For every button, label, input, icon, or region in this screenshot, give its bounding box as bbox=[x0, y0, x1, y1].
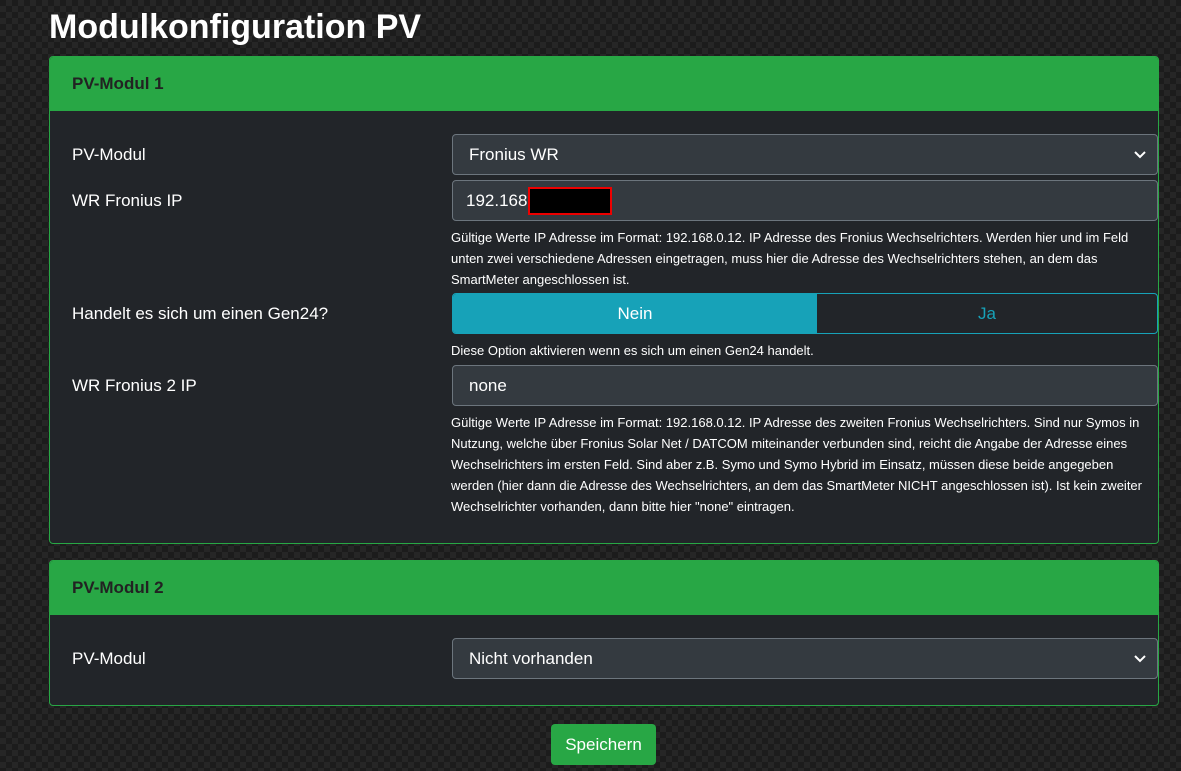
pv-modul-label: PV-Modul bbox=[72, 145, 146, 164]
pv-modul-select[interactable]: Fronius WR bbox=[452, 134, 1158, 175]
chevron-down-icon bbox=[1134, 151, 1146, 159]
ip2-label: WR Fronius 2 IP bbox=[72, 376, 197, 395]
card-header: PV-Modul 2 bbox=[50, 561, 1158, 615]
ip2-value: none bbox=[469, 375, 507, 395]
ip-input[interactable]: 192.168 bbox=[452, 180, 1158, 221]
chevron-down-icon bbox=[1134, 655, 1146, 663]
pv-modul-label: PV-Modul bbox=[72, 649, 146, 668]
ip-help: Gültige Werte IP Adresse im Format: 192.… bbox=[451, 230, 1129, 287]
page-title: Modulkonfiguration PV bbox=[49, 8, 422, 46]
ip-label: WR Fronius IP bbox=[72, 191, 183, 210]
pv-modul-2-select[interactable]: Nicht vorhanden bbox=[452, 638, 1158, 679]
redaction-box bbox=[528, 186, 613, 215]
pv-modul-2-card: PV-Modul 2 PV-Modul Nicht vorhanden bbox=[49, 560, 1159, 706]
gen24-toggle: Nein Ja bbox=[452, 293, 1158, 334]
gen24-label: Handelt es sich um einen Gen24? bbox=[72, 304, 329, 323]
card-header: PV-Modul 1 bbox=[50, 57, 1158, 111]
gen24-no-button[interactable]: Nein bbox=[453, 294, 817, 333]
gen24-yes-button[interactable]: Ja bbox=[817, 294, 1157, 333]
save-button[interactable]: Speichern bbox=[551, 724, 656, 765]
selected-value: Fronius WR bbox=[469, 144, 559, 164]
ip2-input[interactable]: none bbox=[452, 365, 1158, 406]
selected-value: Nicht vorhanden bbox=[469, 648, 593, 668]
ip2-help: Gültige Werte IP Adresse im Format: 192.… bbox=[451, 415, 1142, 514]
gen24-help: Diese Option aktivieren wenn es sich um … bbox=[451, 343, 814, 358]
ip-value: 192.168 bbox=[466, 190, 528, 210]
pv-modul-1-card: PV-Modul 1 PV-Modul Fronius WR WR Froniu… bbox=[49, 56, 1159, 544]
